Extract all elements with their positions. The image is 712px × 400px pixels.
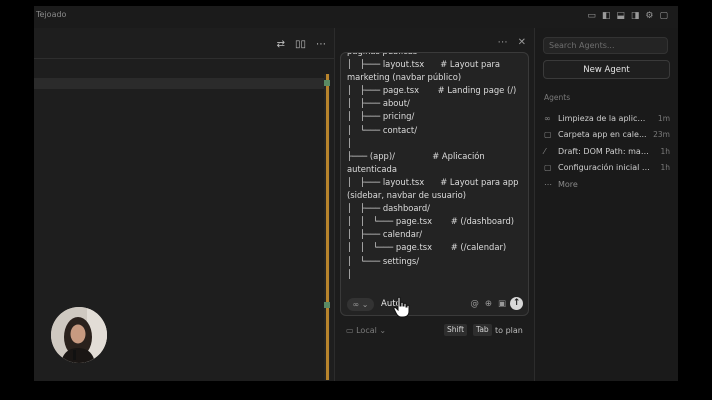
- chat-bubble-icon: ▢: [544, 130, 552, 139]
- agent-item[interactable]: ▢ Carpeta app en cale... 23m: [544, 130, 670, 142]
- split-editor-icon[interactable]: ▯▯: [295, 39, 306, 50]
- composer-toolbar: ∞ ⌄ Auto @ ⊕ ▣ ↑: [341, 297, 528, 315]
- agent-item-time: 1m: [657, 114, 670, 123]
- composer-line: marketing (navbar público): [347, 72, 462, 83]
- editor-current-line[interactable]: [34, 78, 324, 89]
- composer-line: autenticada: [347, 163, 397, 174]
- composer-text[interactable]: páginas públicas│ ├─── layout.tsx # Layo…: [347, 53, 525, 281]
- webcam-overlay: [51, 307, 107, 363]
- title-bar: Tejoado ▭ ◧ ⬓ ◨ ⚙ ▢: [34, 6, 678, 28]
- composer-line: │ ├─── pricing/: [347, 111, 415, 122]
- composer-line: │ └─── settings/: [347, 255, 420, 266]
- chat-header-actions: ⋯ ✕: [498, 37, 526, 48]
- panel-bottom-icon[interactable]: ⬓: [616, 11, 625, 21]
- composer-line: │ ├─── about/: [347, 98, 410, 109]
- composer-line: (sidebar, navbar de usuario): [347, 190, 466, 201]
- window-controls: ▭ ◧ ⬓ ◨ ⚙ ▢: [587, 11, 668, 21]
- composer-icons: @ ⊕ ▣: [470, 299, 506, 309]
- more-agents-link[interactable]: ⋯ More: [544, 180, 670, 192]
- composer-footer: ▭ Local ⌄ Shift Tab to plan: [340, 324, 527, 338]
- chat-more-icon[interactable]: ⋯: [498, 37, 508, 48]
- plan-hint: to plan: [495, 326, 523, 335]
- composer-line: │ │ └─── page.tsx # (/dashboard): [347, 216, 515, 227]
- account-icon[interactable]: ▢: [659, 11, 668, 21]
- close-icon[interactable]: ✕: [518, 37, 526, 48]
- agent-item-time: 1h: [660, 163, 670, 172]
- agent-item-label: Limpieza de la aplicaci...: [558, 114, 650, 123]
- composer-line: │ ├─── dashboard/: [347, 203, 430, 214]
- agent-item[interactable]: ∞ Limpieza de la aplicaci... 1m: [544, 114, 670, 126]
- search-agents-input[interactable]: [543, 37, 668, 54]
- agents-section-title: Agents: [544, 93, 571, 102]
- composer-line: │ └─── contact/: [347, 124, 418, 135]
- composer-line: ├─── (app)/ # Aplicación: [347, 150, 485, 161]
- agent-item-label: More: [558, 180, 578, 189]
- compare-changes-icon[interactable]: ⇄: [277, 39, 285, 50]
- send-button[interactable]: ↑: [510, 297, 523, 310]
- chat-composer[interactable]: páginas públicas│ ├─── layout.tsx # Layo…: [340, 52, 529, 316]
- composer-line: │ ├─── layout.tsx # Layout para app: [347, 176, 519, 187]
- agent-item[interactable]: ▢ Configuración inicial d... 1h: [544, 163, 670, 175]
- person-avatar-icon: [51, 307, 107, 363]
- agent-item-label: Draft: DOM Path: main...: [558, 147, 650, 156]
- layout-icon[interactable]: ▭: [587, 11, 596, 21]
- agents-sidebar: New Agent Agents ∞ Limpieza de la aplica…: [535, 28, 678, 381]
- tab-key-hint: Tab: [473, 324, 492, 336]
- agent-item[interactable]: ⁄ Draft: DOM Path: main... 1h: [544, 147, 670, 159]
- composer-line: │ ├─── page.tsx # Landing page (/): [347, 85, 517, 96]
- chat-pane: ⋯ ✕ páginas públicas│ ├─── layout.tsx # …: [335, 28, 534, 381]
- minimap-marker: [324, 302, 330, 308]
- agent-item-label: Carpeta app en cale...: [558, 130, 647, 139]
- agent-item-time: 23m: [653, 130, 670, 139]
- composer-line: │ │ └─── page.tsx # (/calendar): [347, 242, 507, 253]
- mention-icon[interactable]: @: [470, 299, 479, 309]
- editor-tab-separator: [34, 58, 334, 59]
- local-selector[interactable]: ▭ Local ⌄: [346, 326, 386, 335]
- chat-bubble-icon: ▢: [544, 163, 552, 172]
- composer-line: │ ├─── calendar/: [347, 229, 423, 240]
- panel-right-icon[interactable]: ◨: [631, 11, 640, 21]
- shift-key-hint: Shift: [444, 324, 468, 336]
- globe-icon[interactable]: ⊕: [485, 299, 492, 309]
- agent-item-label: Configuración inicial d...: [558, 163, 650, 172]
- minimap-marker: [324, 80, 330, 86]
- pencil-icon: ⁄: [544, 147, 546, 156]
- hand-cursor-icon: [393, 296, 410, 318]
- infinity-icon: ∞: [544, 114, 551, 123]
- agent-mode-selector[interactable]: ∞ ⌄: [347, 298, 374, 311]
- composer-line: │: [347, 137, 353, 148]
- composer-line: │: [347, 268, 353, 279]
- editor-toolbar: ⇄ ▯▯ ⋯: [277, 39, 326, 50]
- more-actions-icon[interactable]: ⋯: [316, 39, 326, 50]
- editor-scrollbar-thumb[interactable]: [326, 74, 329, 380]
- settings-gear-icon[interactable]: ⚙: [645, 11, 653, 21]
- ellipsis-icon: ⋯: [544, 180, 552, 189]
- window-title: Tejoado: [36, 10, 67, 19]
- image-icon[interactable]: ▣: [498, 299, 506, 309]
- agent-item-time: 1h: [660, 147, 670, 156]
- panel-left-icon[interactable]: ◧: [602, 11, 611, 21]
- composer-line: │ ├─── layout.tsx # Layout para: [347, 59, 501, 70]
- new-agent-button[interactable]: New Agent: [543, 60, 670, 79]
- app-window: Tejoado ▭ ◧ ⬓ ◨ ⚙ ▢ ⇄ ▯▯ ⋯ ⋯ ✕ páginas p…: [34, 6, 678, 381]
